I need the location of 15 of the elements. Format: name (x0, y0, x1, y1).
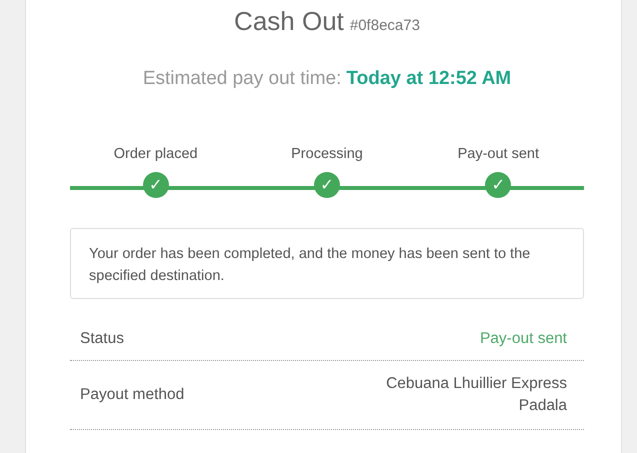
check-icon: ✓ (485, 172, 512, 198)
detail-value: Cebuana Lhuillier Express Padala (385, 374, 567, 416)
page-title: Cash Out (234, 6, 344, 36)
step-label: Processing (291, 145, 363, 164)
order-id: #0f8eca73 (350, 17, 420, 34)
step-label: Pay-out sent (458, 145, 540, 164)
estimate-time: Today at 12:52 AM (346, 68, 512, 89)
check-icon: ✓ (142, 172, 169, 198)
detail-label: Status (80, 328, 124, 348)
estimate-label: Estimated pay out time: (142, 68, 342, 89)
detail-value: Pay-out sent (480, 328, 567, 348)
detail-label: Payout method (80, 385, 184, 405)
step-label: Order placed (114, 145, 198, 164)
check-icon: ✓ (314, 172, 340, 198)
status-message: Your order has been completed, and the money has been sent to the specified destination. (70, 228, 584, 299)
